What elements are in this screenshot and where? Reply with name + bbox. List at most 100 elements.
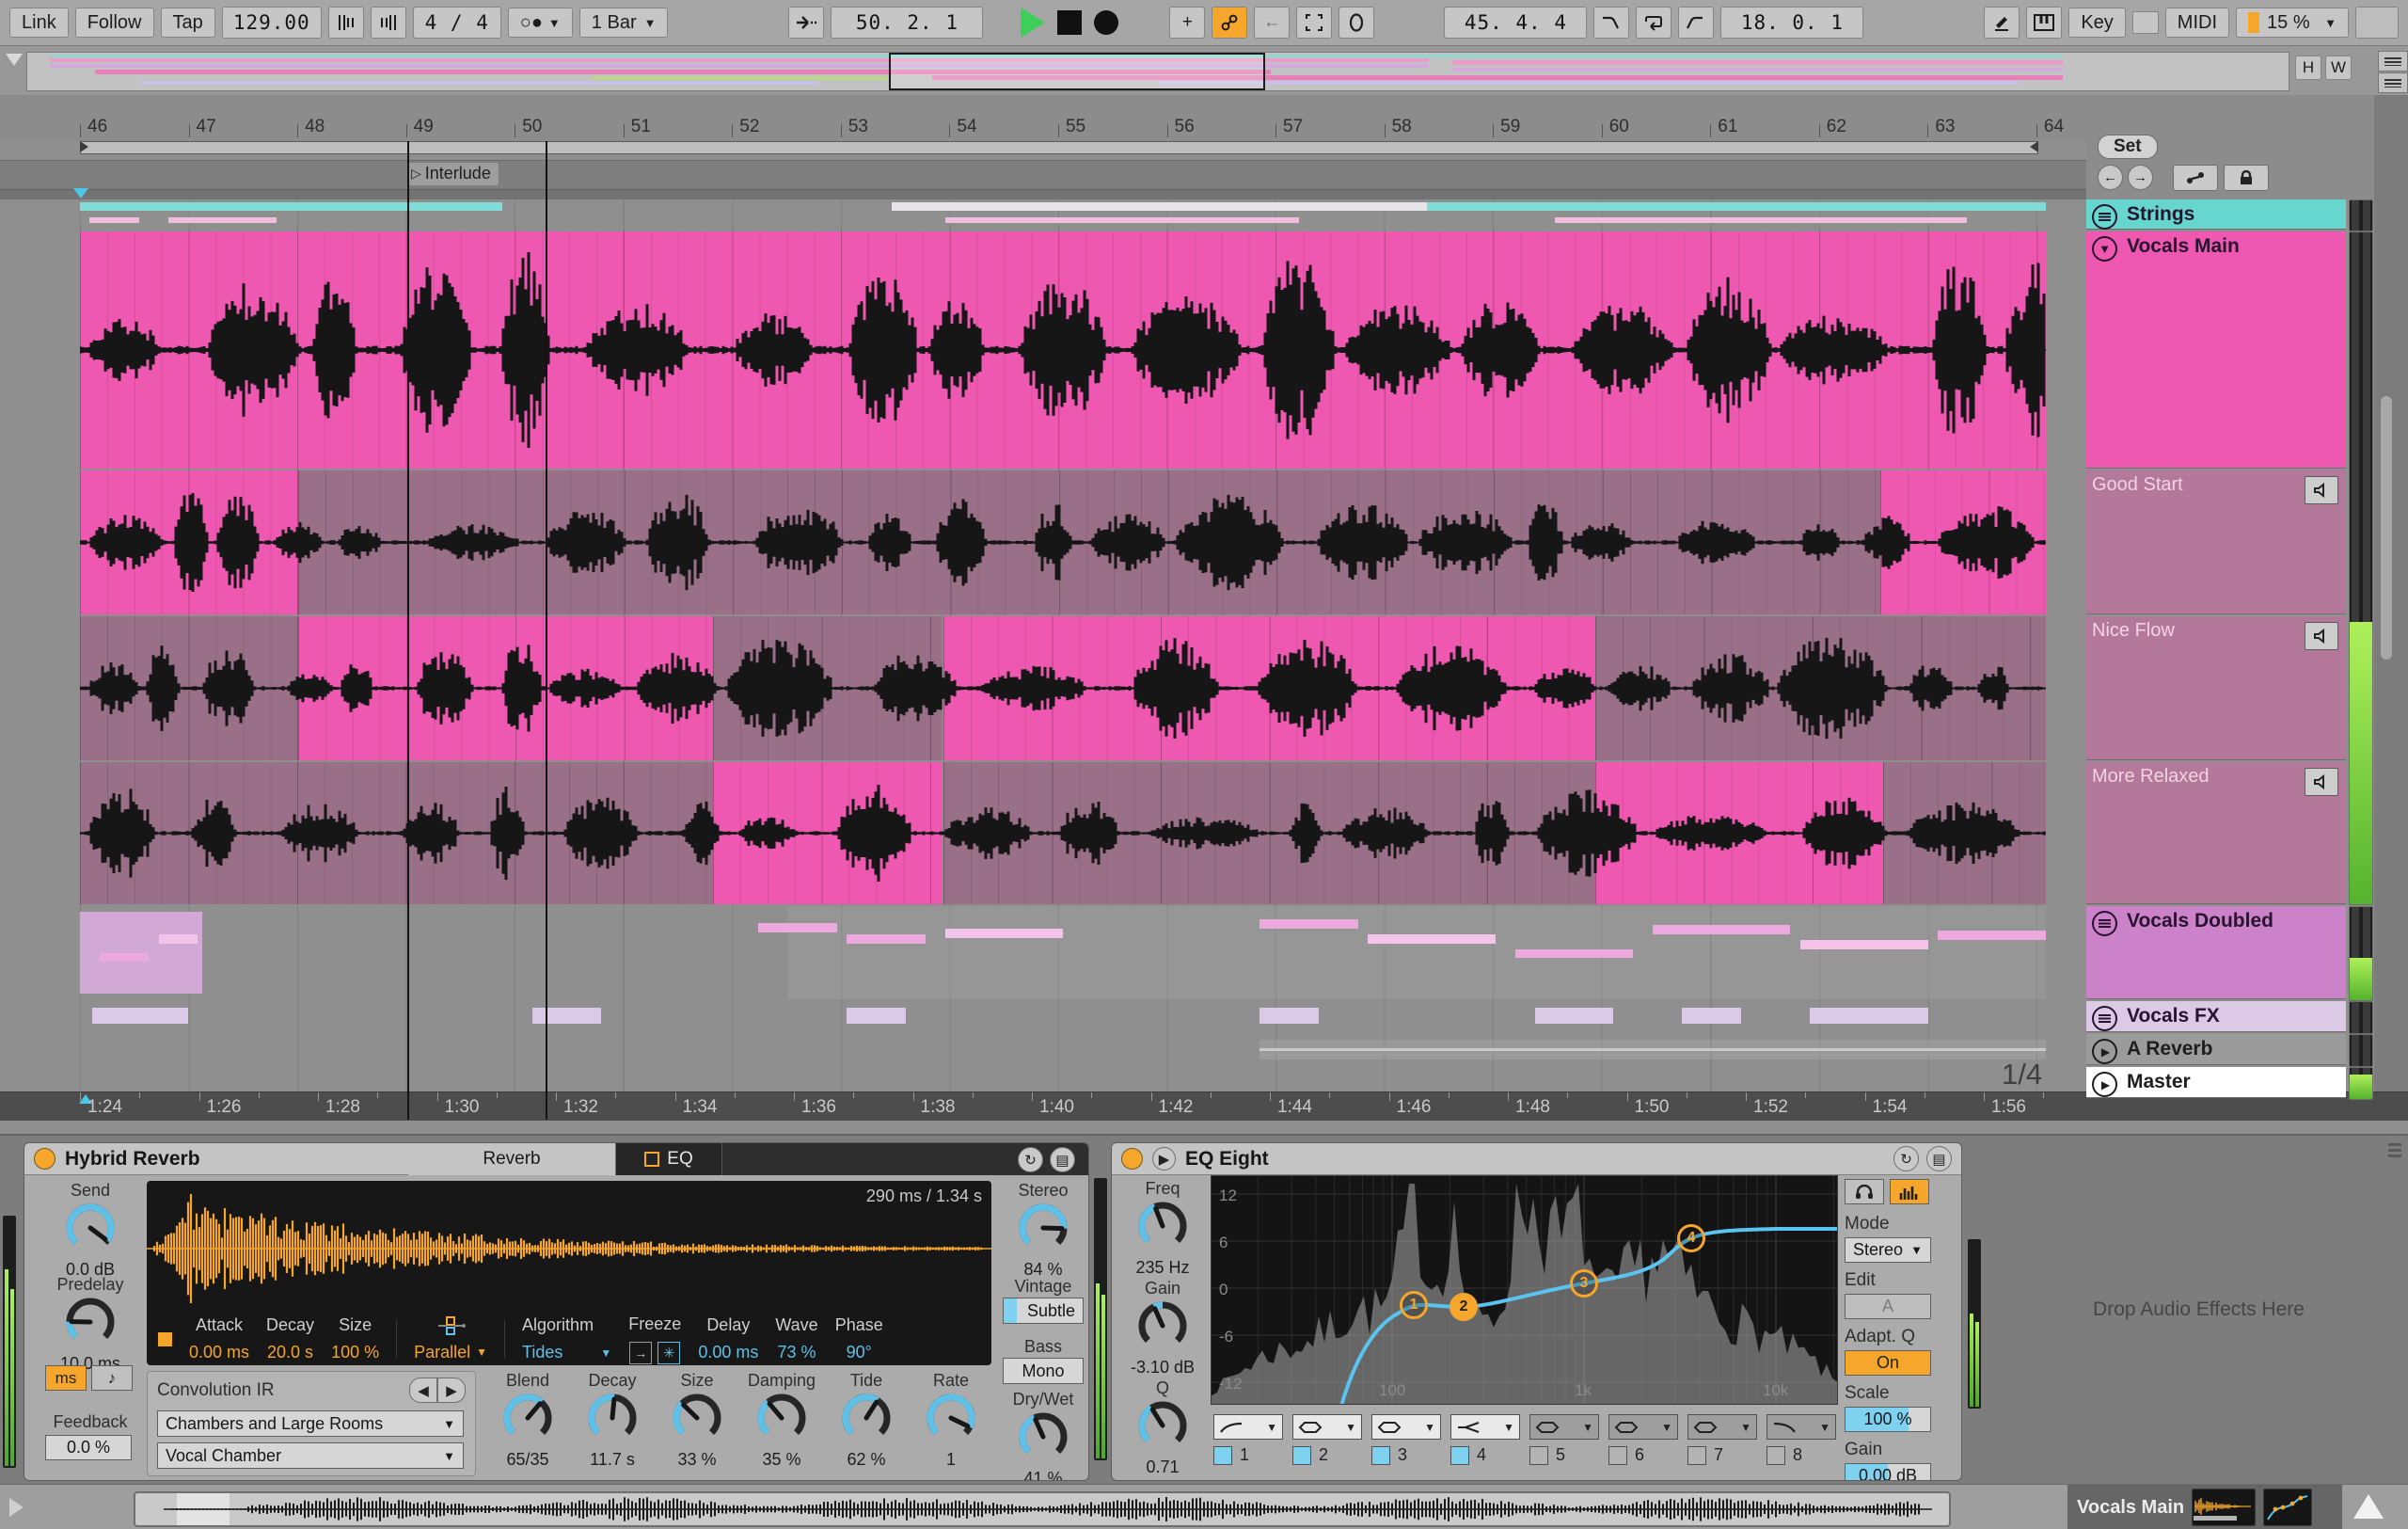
delay-param[interactable]: Delay 0.00 ms xyxy=(698,1315,758,1362)
time-ruler[interactable]: 1:24 1:26 1:28 1:30 1:32 1:34 1:36 1:38 1:40 1:42… xyxy=(0,1091,2408,1121)
spectrum-analyzer-icon[interactable] xyxy=(1890,1179,1929,1204)
tap-tempo-button[interactable]: Tap xyxy=(160,8,215,38)
clip-lane-a-reverb[interactable] xyxy=(80,1034,2046,1065)
blend-knob[interactable] xyxy=(500,1391,555,1450)
bass-mono-selector[interactable]: Mono xyxy=(1003,1358,1084,1384)
drywet-control[interactable]: Dry/Wet 41 % xyxy=(998,1390,1088,1480)
punch-out-button[interactable] xyxy=(1678,7,1715,39)
record-button[interactable] xyxy=(1094,10,1119,35)
knob-blend[interactable]: Blend 65/35 xyxy=(487,1371,568,1476)
hot-swap-icon[interactable]: ↻ xyxy=(1018,1147,1043,1172)
ir-file-dropdown[interactable]: Vocal Chamber ▼ xyxy=(157,1442,464,1469)
track-header-strings[interactable]: Strings xyxy=(2086,199,2346,230)
beat-time-ruler[interactable]: 46 47 48 49 50 51 52 53 54 55 56 57 58 59 60 61 62 63 64 xyxy=(0,95,2408,141)
link-button[interactable]: Link xyxy=(9,8,69,38)
band-enable-checkbox-1[interactable] xyxy=(1213,1445,1232,1465)
ir-section-icon[interactable] xyxy=(158,1331,172,1346)
mini-clip[interactable] xyxy=(1259,1048,2046,1051)
next-ir-button[interactable]: ▶ xyxy=(437,1378,466,1403)
arrangement-position-field[interactable]: 50. 2. 1 xyxy=(831,7,984,39)
size-knob[interactable] xyxy=(670,1391,724,1450)
track-menu-icon[interactable] xyxy=(2092,204,2117,230)
feedback-field[interactable]: 0.0 % xyxy=(45,1435,132,1460)
attack-param[interactable]: Attack 0.00 ms xyxy=(189,1315,249,1362)
clip-lane-strings[interactable] xyxy=(80,199,2046,230)
track-header-vocals-doubled[interactable]: Vocals Doubled xyxy=(2086,906,2346,999)
show-hide-detail-view-button[interactable] xyxy=(2353,1494,2384,1519)
scale-slider[interactable]: 100 % xyxy=(1845,1407,1931,1432)
ir-category-dropdown[interactable]: Chambers and Large Rooms ▼ xyxy=(157,1410,464,1437)
insert-marker-triangle[interactable] xyxy=(73,188,88,199)
adaptq-toggle[interactable]: On xyxy=(1845,1350,1931,1376)
arrangement-loop-brace[interactable] xyxy=(80,141,2038,154)
band-enable-checkbox-5[interactable] xyxy=(1529,1445,1548,1465)
prev-locator-button[interactable]: ← xyxy=(2098,165,2123,190)
mini-clip[interactable] xyxy=(787,906,2046,999)
eq-freq-knob[interactable] xyxy=(1135,1199,1190,1258)
hot-swap-icon[interactable]: ↻ xyxy=(1893,1146,1919,1171)
mini-clip[interactable] xyxy=(847,933,926,944)
show-overview-toggle[interactable] xyxy=(2378,51,2408,72)
stereo-knob[interactable] xyxy=(1016,1201,1070,1260)
eq-band-handle-1[interactable]: 1 xyxy=(1400,1291,1428,1319)
tab-reverb[interactable]: Reverb xyxy=(408,1143,616,1175)
predelay-sync-toggle[interactable]: ♪ xyxy=(91,1365,133,1391)
mini-clip[interactable] xyxy=(1259,1008,1319,1025)
metronome-button[interactable]: ○● ▼ xyxy=(507,8,573,38)
eq-gain-control[interactable]: Gain -3.10 dB xyxy=(1119,1279,1206,1378)
track-header-nice-flow[interactable]: Nice Flow xyxy=(2086,616,2346,760)
band-filter-type-dropdown[interactable]: ▼ xyxy=(1687,1414,1757,1440)
eq-band-handle-3[interactable]: 3 xyxy=(1570,1269,1598,1298)
track-menu-icon[interactable] xyxy=(2092,911,2117,936)
follow-button[interactable]: Follow xyxy=(74,8,154,38)
send-control[interactable]: Send 0.0 dB xyxy=(45,1181,135,1280)
stereo-control[interactable]: Stereo 84 % xyxy=(998,1181,1088,1280)
track-header-vocals-main[interactable]: ▼ Vocals Main xyxy=(2086,231,2346,469)
band-enable-checkbox-4[interactable] xyxy=(1450,1445,1469,1465)
mini-clip[interactable] xyxy=(1653,924,1791,934)
set-locator-button[interactable]: Set xyxy=(2098,135,2158,159)
device-drop-area[interactable]: Drop Audio Effects Here xyxy=(1989,1136,2408,1484)
clip-lane-nice-flow[interactable] xyxy=(80,616,2046,760)
mini-clip[interactable] xyxy=(99,952,150,963)
ir-decay-param[interactable]: Decay 20.0 s xyxy=(266,1315,314,1362)
punch-in-button[interactable] xyxy=(1593,7,1630,39)
scrub-area[interactable] xyxy=(0,190,2408,199)
computer-midi-keyboard-button[interactable] xyxy=(2026,7,2063,39)
loop-toggle-icon[interactable] xyxy=(1339,7,1375,39)
key-map-button[interactable]: Key xyxy=(2068,8,2126,38)
knob-tide[interactable]: Tide 62 % xyxy=(826,1371,907,1476)
mini-clip[interactable] xyxy=(1938,930,2046,940)
eq-q-knob[interactable] xyxy=(1135,1398,1190,1457)
freeze-icon[interactable]: ✳ xyxy=(657,1341,681,1364)
mini-clip[interactable] xyxy=(89,216,139,223)
eq-out-gain-slider[interactable]: 0.00 dB xyxy=(1845,1463,1931,1480)
punch-in-position-field[interactable]: 45. 4. 4 xyxy=(1444,7,1588,39)
arrangement-overview[interactable] xyxy=(26,52,2289,91)
device-on-toggle[interactable] xyxy=(34,1148,55,1170)
draw-pencil-button[interactable] xyxy=(1984,7,2020,39)
overview-height-button[interactable]: H xyxy=(2295,56,2321,80)
band-enable-checkbox-8[interactable] xyxy=(1766,1445,1785,1465)
band-filter-type-dropdown[interactable]: ▼ xyxy=(1292,1414,1362,1440)
track-menu-icon[interactable] xyxy=(2092,1006,2117,1031)
collapse-track-icon[interactable]: ▼ xyxy=(2092,236,2117,262)
vertical-scrollbar[interactable] xyxy=(2381,396,2392,660)
routing-selector[interactable]: Parallel ▼ xyxy=(414,1315,487,1362)
mini-clip[interactable] xyxy=(1514,948,1634,959)
track-header-more-relaxed[interactable]: More Relaxed xyxy=(2086,762,2346,904)
band-filter-type-dropdown[interactable]: ▼ xyxy=(1766,1414,1836,1440)
clip-lane-good-start[interactable] xyxy=(80,470,2046,614)
nudge-down-icon[interactable] xyxy=(327,7,364,39)
eq-band-handle-2[interactable]: 2 xyxy=(1450,1293,1478,1321)
eq-q-control[interactable]: Q 0.71 xyxy=(1119,1378,1206,1477)
audition-speaker-icon[interactable] xyxy=(2305,768,2338,796)
cpu-meter[interactable]: 15 % ▼ xyxy=(2236,8,2350,38)
track-header-master[interactable]: ▶ Master xyxy=(2086,1067,2346,1098)
follow-playback-button[interactable] xyxy=(788,7,825,39)
mini-clip[interactable] xyxy=(158,933,198,944)
mini-clip[interactable] xyxy=(91,1008,188,1025)
mode-dropdown[interactable]: Stereo ▼ xyxy=(1845,1237,1931,1263)
lock-envelopes-button[interactable] xyxy=(2224,165,2269,191)
mini-clip[interactable] xyxy=(1554,216,1968,223)
